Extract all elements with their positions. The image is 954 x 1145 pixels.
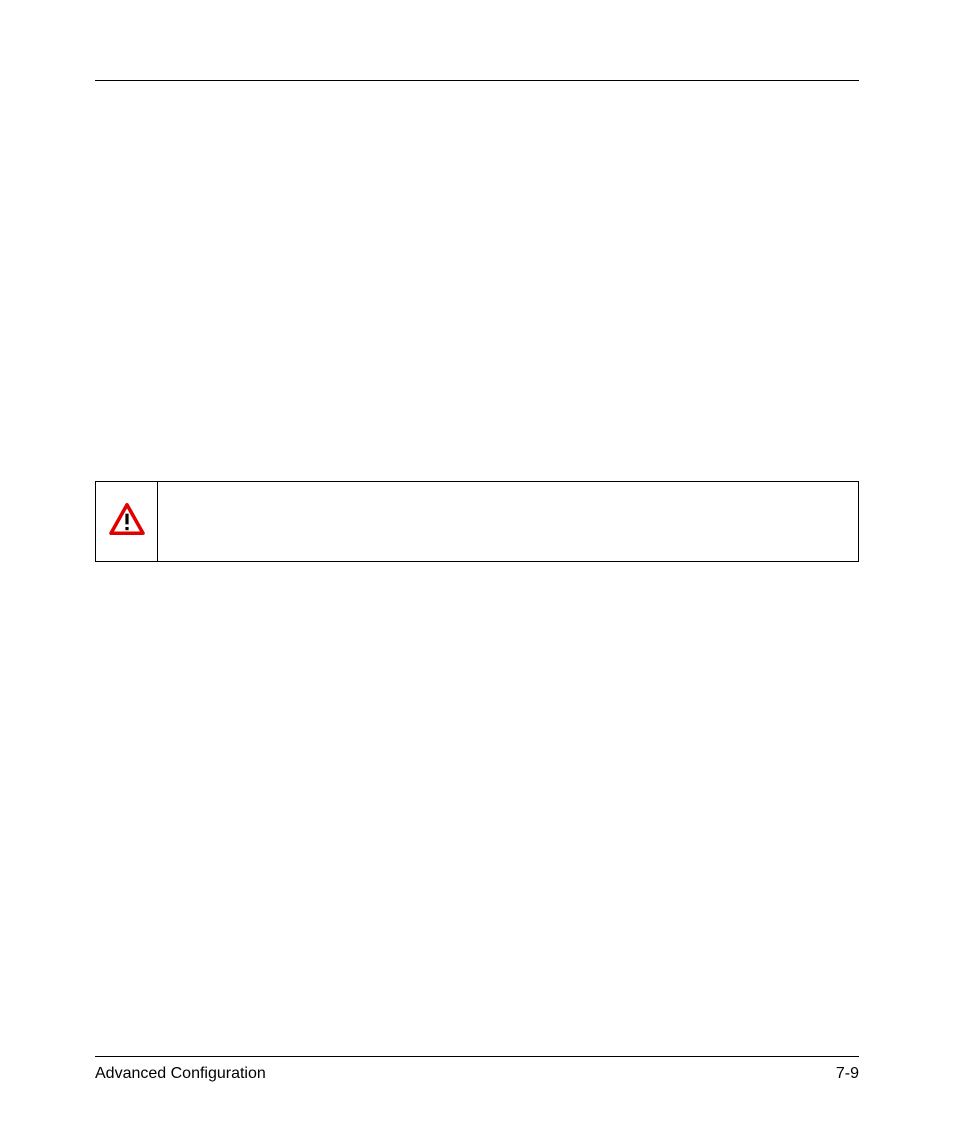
warning-box xyxy=(95,481,859,562)
warning-text-cell xyxy=(158,482,859,562)
warning-icon-cell xyxy=(96,482,158,562)
footer-left: Advanced Configuration xyxy=(95,1065,266,1083)
warning-triangle-icon xyxy=(109,503,145,535)
footer-right: 7-9 xyxy=(836,1065,859,1083)
bottom-horizontal-rule xyxy=(95,1056,859,1057)
top-horizontal-rule xyxy=(95,80,859,81)
